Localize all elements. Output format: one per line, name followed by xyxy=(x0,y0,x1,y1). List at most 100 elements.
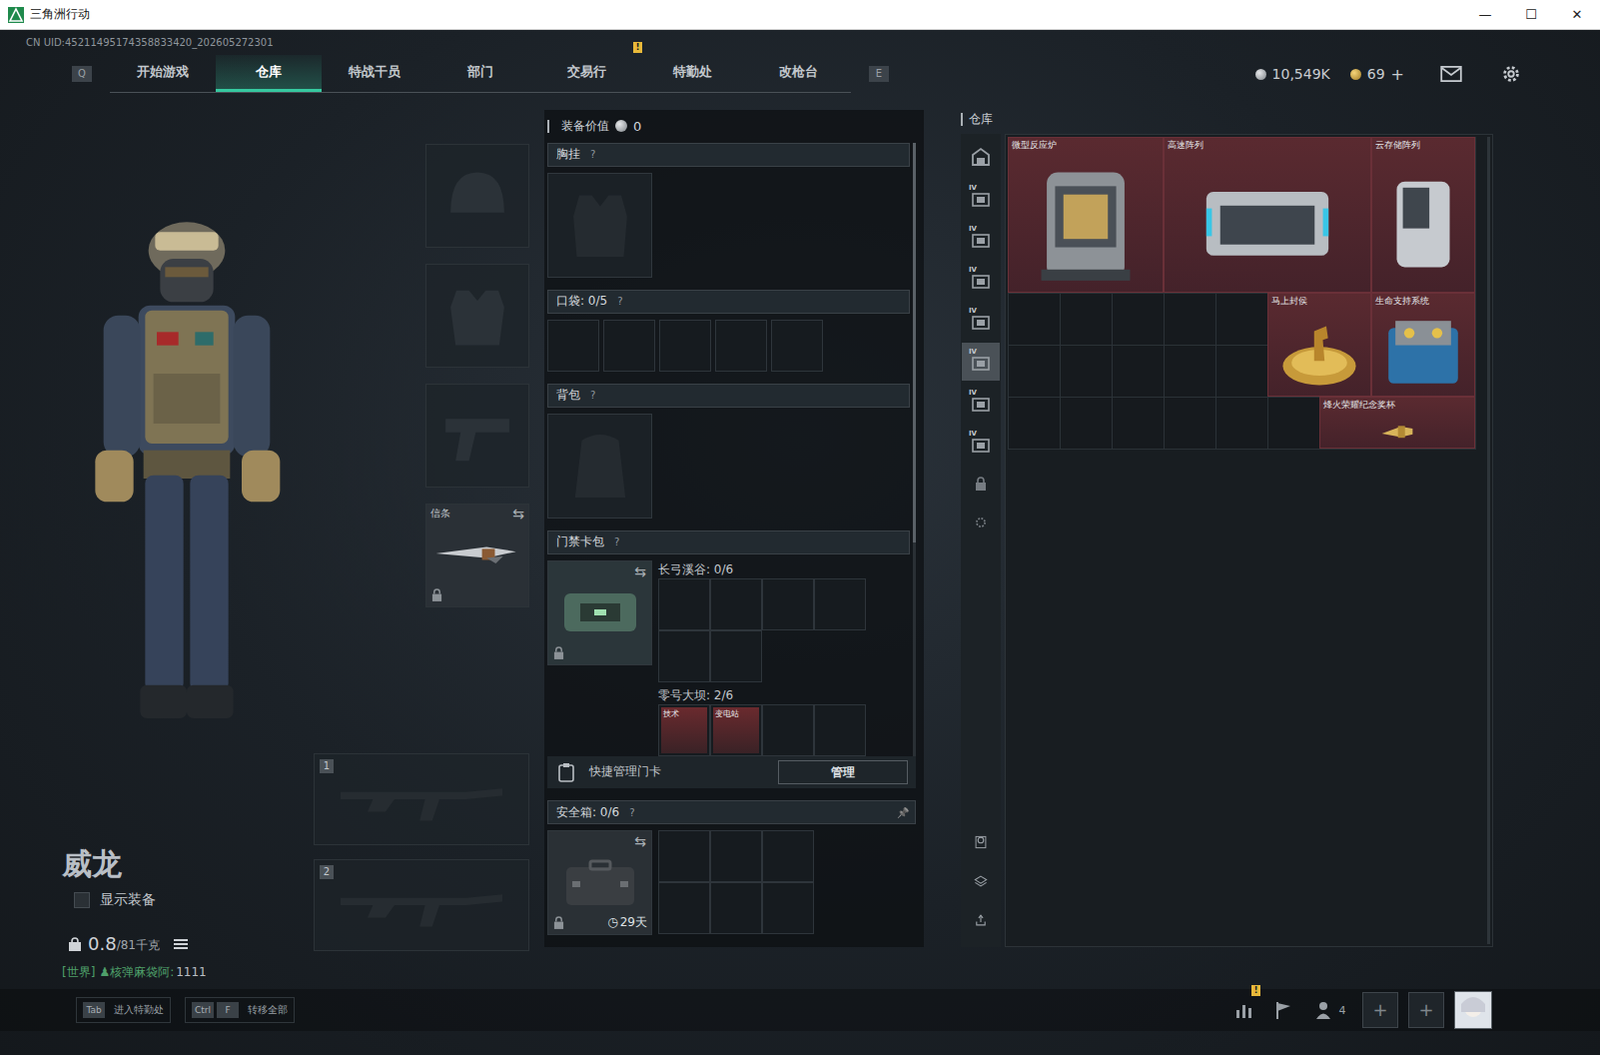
warehouse-item[interactable]: 高速阵列 xyxy=(1163,136,1372,293)
gear-slot[interactable] xyxy=(425,383,530,488)
warehouse-tab[interactable] xyxy=(961,137,1000,176)
pocket-slot[interactable] xyxy=(603,319,656,372)
keycard-slot[interactable] xyxy=(658,578,711,631)
weapon-slot[interactable]: 1 xyxy=(313,753,530,845)
warehouse-item[interactable]: 云存储阵列 xyxy=(1371,136,1476,293)
manage-button[interactable]: 管理 xyxy=(778,760,908,785)
keycard-slot[interactable] xyxy=(813,578,866,631)
nav-tab[interactable]: 特战干员 xyxy=(321,54,428,92)
keycard-slot[interactable] xyxy=(710,630,763,683)
gear-slot[interactable] xyxy=(425,143,530,248)
keycard-slot[interactable]: 变电站 xyxy=(710,704,763,757)
show-gear-toggle[interactable]: 显示装备 xyxy=(61,890,312,909)
add-token-button[interactable]: + xyxy=(1391,64,1405,84)
array-icon xyxy=(1164,152,1371,292)
window-control[interactable]: ☐ xyxy=(1508,0,1555,29)
nav-tab[interactable]: 部门 xyxy=(427,54,534,92)
swap-icon[interactable]: ⇆ xyxy=(634,564,647,579)
warehouse-tab[interactable]: IV xyxy=(961,301,1000,340)
vest-icon xyxy=(558,182,643,267)
next-key[interactable]: E xyxy=(868,65,889,82)
warehouse-tab[interactable]: IV xyxy=(961,219,1000,258)
warehouse-tab[interactable]: IV xyxy=(961,424,1000,463)
warehouse-tool[interactable] xyxy=(961,862,1000,899)
keycard-case[interactable]: ⇆ xyxy=(547,560,653,666)
pocket-slot[interactable] xyxy=(547,319,600,372)
nav-tab[interactable]: ! 特勤处 xyxy=(639,54,746,92)
window-control[interactable]: ✕ xyxy=(1554,0,1600,29)
swap-icon[interactable]: ⇆ xyxy=(634,833,647,848)
safe-slot[interactable] xyxy=(762,881,814,934)
pocket-slot[interactable] xyxy=(771,319,823,372)
gear-icon[interactable] xyxy=(1500,62,1523,85)
backpack-slot[interactable] xyxy=(547,413,653,519)
pocket-slot[interactable] xyxy=(659,319,712,372)
operator-name: 威龙 xyxy=(61,843,312,885)
key-hint[interactable]: Tab进入特勤处 xyxy=(75,996,171,1023)
safe-slot[interactable] xyxy=(658,881,711,934)
nav-tab[interactable]: 改枪台 xyxy=(745,54,851,92)
warehouse-item[interactable]: 烽火荣耀纪念奖杯 xyxy=(1319,396,1476,449)
party-slot[interactable]: + xyxy=(1408,991,1445,1028)
safe-slot[interactable] xyxy=(710,881,763,934)
quick-manage-row: 快捷管理门卡管理 xyxy=(547,756,916,789)
weapon-slot-number: 1 xyxy=(319,759,334,774)
game-window: 三角洲行动—☐✕CN UID:45211495174358833420_2026… xyxy=(0,0,1600,1055)
backpack-icon xyxy=(558,423,643,508)
safe-slot[interactable] xyxy=(762,829,814,882)
warehouse-tab[interactable] xyxy=(961,465,1000,502)
keycard-slot[interactable]: 技术 xyxy=(658,704,711,757)
prev-key[interactable]: Q xyxy=(71,65,92,82)
warehouse-tab[interactable]: IV xyxy=(961,383,1000,422)
keycard-slot[interactable] xyxy=(710,578,763,631)
list-icon[interactable] xyxy=(173,937,188,950)
warehouse-item[interactable]: 生命支持系统 xyxy=(1371,292,1476,397)
warehouse-item[interactable]: 马上封侯 xyxy=(1267,292,1372,397)
keycard-slot[interactable] xyxy=(658,630,711,683)
key-hint[interactable]: CtrlF转移全部 xyxy=(184,996,295,1023)
token-icon xyxy=(1350,68,1362,80)
party-slot[interactable]: + xyxy=(1362,991,1399,1028)
swap-icon[interactable]: ⇆ xyxy=(512,506,525,521)
nav-tab[interactable]: 开始游戏 xyxy=(109,54,216,92)
safe-slot[interactable] xyxy=(658,829,711,882)
show-gear-checkbox[interactable] xyxy=(73,891,90,908)
chest-rig-slot[interactable] xyxy=(547,172,653,278)
safe-slot[interactable] xyxy=(710,829,763,882)
warehouse-tool[interactable] xyxy=(961,823,1000,860)
nav-bar: Q 开始游戏 仓库 特战干员 部门 交易行! 特勤处 改枪台E10,549K69… xyxy=(0,53,1600,94)
keycard-slot[interactable] xyxy=(762,704,814,757)
keycard-slot[interactable] xyxy=(762,578,814,631)
keycard[interactable]: 技术 xyxy=(661,707,708,754)
token-amount: 69 xyxy=(1367,65,1386,82)
item-name: 生命支持系统 xyxy=(1372,293,1475,309)
nav-tab[interactable]: 交易行 xyxy=(533,54,640,92)
chart-icon xyxy=(1233,999,1254,1020)
pocket-slot[interactable] xyxy=(715,319,768,372)
keycard[interactable]: 变电站 xyxy=(713,707,760,754)
mail-icon[interactable] xyxy=(1440,65,1463,82)
player-avatar[interactable] xyxy=(1454,990,1493,1029)
stats-button[interactable]: ! xyxy=(1228,994,1259,1025)
warehouse-tab[interactable]: IV xyxy=(961,342,1000,381)
warehouse-item[interactable]: 微型反应炉 xyxy=(1007,136,1164,293)
section-header: 口袋: 0/5? xyxy=(547,289,910,314)
warehouse-tab[interactable]: IV xyxy=(961,178,1000,217)
nav-tab[interactable]: 仓库 xyxy=(215,54,322,92)
flag-button[interactable] xyxy=(1268,994,1299,1025)
warehouse-scrollbar[interactable] xyxy=(1487,136,1491,944)
alert-badge: ! xyxy=(1251,984,1261,996)
warehouse-tab[interactable] xyxy=(961,504,1000,541)
chest-rig-section: 胸挂? xyxy=(547,142,910,278)
gear-slot[interactable] xyxy=(425,263,530,368)
safe-box[interactable]: ⇆◷29天 xyxy=(547,829,653,935)
window-control[interactable]: — xyxy=(1462,0,1509,29)
warehouse-tool[interactable] xyxy=(961,901,1000,938)
scrollbar[interactable] xyxy=(912,142,916,757)
friends-button[interactable]: 4 xyxy=(1308,994,1353,1025)
weapon-slot[interactable]: 2 xyxy=(313,858,530,951)
warehouse-tab[interactable]: IV xyxy=(961,260,1000,299)
keycard-slot[interactable] xyxy=(813,704,866,757)
pin-icon[interactable]: 📌 xyxy=(896,806,909,818)
gear-slot[interactable]: 信条⇆ xyxy=(425,503,530,608)
